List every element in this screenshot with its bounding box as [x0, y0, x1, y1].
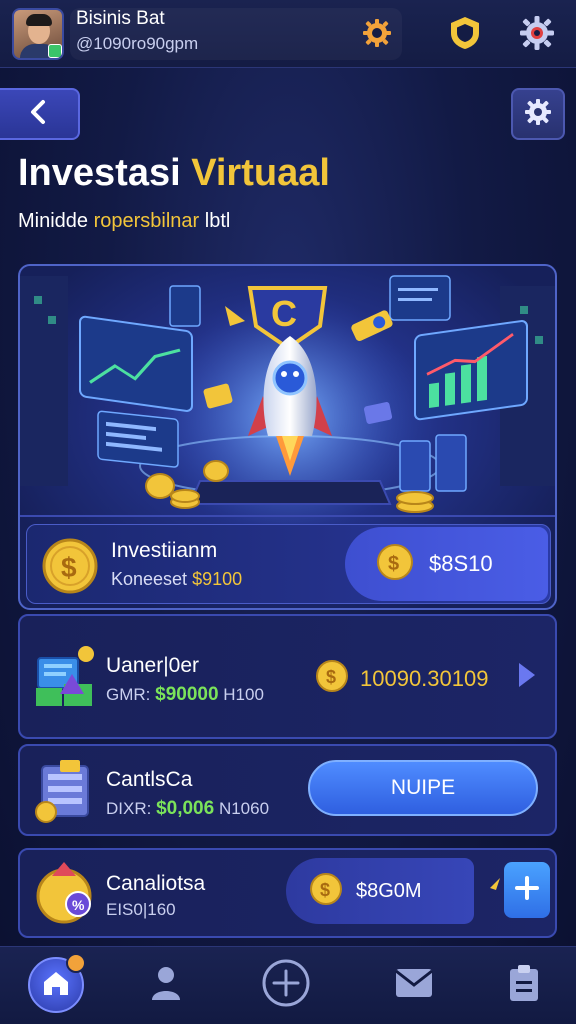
- profile-icon: [149, 964, 183, 1007]
- svg-text:$: $: [388, 553, 399, 575]
- hero-card[interactable]: C $ Investiianm Koneeset $9100 $ $8S10: [18, 264, 557, 610]
- nav-mail[interactable]: [386, 957, 442, 1013]
- asset-value: $ 10090.30109: [314, 658, 488, 699]
- online-badge: [48, 44, 62, 58]
- coin-gear-icon[interactable]: [358, 14, 396, 52]
- investment-summary[interactable]: $ Investiianm Koneeset $9100 $ $8S10: [26, 524, 551, 604]
- asset-title: Canaliotsa: [106, 872, 206, 895]
- nav-home[interactable]: [28, 953, 86, 1013]
- notification-badge: [66, 953, 86, 973]
- dollar-coin-icon: $: [41, 537, 99, 600]
- asset-card[interactable]: CantlsCa DIXR: $0,006 N1060 NUIPE: [18, 744, 557, 836]
- action-button[interactable]: NUIPE: [308, 760, 538, 816]
- rocket-illustration: C: [20, 275, 555, 526]
- svg-text:%: %: [72, 897, 85, 913]
- settings-icon[interactable]: [518, 14, 556, 52]
- svg-text:$: $: [320, 880, 330, 900]
- svg-text:$: $: [326, 667, 336, 687]
- coin-icon: $: [314, 658, 350, 699]
- trophy-gift-icon: %: [34, 858, 100, 933]
- add-circle-icon: [261, 958, 311, 1013]
- investment-label: Investiianm: [111, 539, 218, 562]
- home-icon: [41, 968, 71, 1003]
- coin-bag-icon: $: [375, 542, 415, 587]
- asset-meta: EIS0|160: [106, 900, 176, 919]
- clipboard-icon: [507, 963, 541, 1008]
- avatar[interactable]: [12, 8, 64, 60]
- asset-title: CantlsCa: [106, 768, 193, 791]
- asset-meta: GMR: $90000 H100: [106, 684, 264, 705]
- plus-icon: [514, 875, 540, 906]
- investment-value-pill[interactable]: $ $8S10: [345, 527, 548, 601]
- shield-icon[interactable]: [446, 14, 484, 52]
- asset-value-pill[interactable]: $ $8G0M: [286, 858, 474, 924]
- asset-meta: DIXR: $0,006 N1060: [106, 798, 270, 819]
- gear-icon: [523, 97, 553, 132]
- bottom-nav: [0, 946, 576, 1024]
- asset-card[interactable]: Uaner|0er GMR: $90000 H100 $ 10090.30109: [18, 614, 557, 739]
- chevron-left-icon: [28, 99, 50, 130]
- page-title: Investasi Virtuaal: [18, 152, 330, 194]
- asset-title: Uaner|0er: [106, 654, 200, 677]
- settings-button[interactable]: [511, 88, 565, 140]
- investment-value: $8S10: [429, 551, 493, 576]
- mail-icon: [394, 967, 434, 1004]
- arrow-cursor-icon: [476, 876, 502, 907]
- coin-icon: $: [308, 871, 344, 912]
- back-button[interactable]: [0, 88, 80, 140]
- add-button[interactable]: [504, 862, 550, 918]
- nav-profile[interactable]: [138, 957, 194, 1013]
- svg-text:$: $: [61, 552, 77, 583]
- svg-text:C: C: [271, 293, 297, 334]
- nav-add[interactable]: [258, 957, 314, 1013]
- play-arrow-icon: [516, 660, 538, 695]
- asset-card[interactable]: % Canaliotsa EIS0|160 $ $8G0M: [18, 848, 557, 938]
- server-growth-icon: [34, 644, 96, 715]
- top-bar: Bisinis Bat @1090ro90gpm: [0, 0, 576, 68]
- server-rack-icon: [34, 758, 96, 829]
- nav-clipboard[interactable]: [496, 957, 552, 1013]
- chevron-right-button[interactable]: [514, 660, 540, 694]
- user-handle: @1090ro90gpm: [76, 34, 199, 53]
- page-subtitle: Minidde ropersbilnar lbtl: [18, 210, 231, 232]
- user-name: Bisinis Bat: [76, 8, 165, 29]
- investment-sublabel: Koneeset $9100: [111, 569, 243, 589]
